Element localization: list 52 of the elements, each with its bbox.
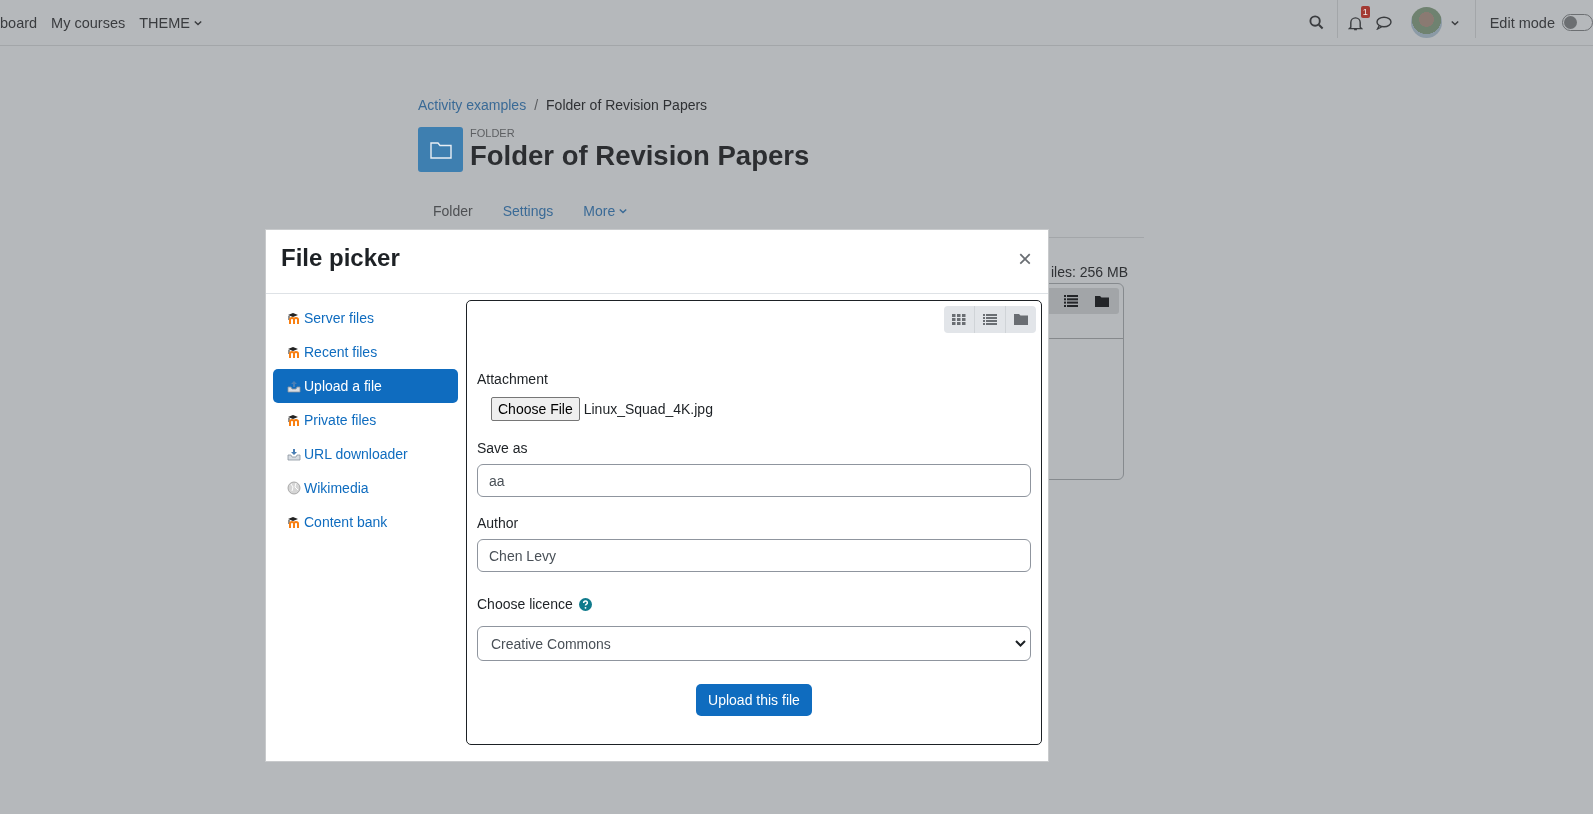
repository-item[interactable]: Private files <box>273 403 458 437</box>
graduation-cap-icon <box>287 346 301 358</box>
edit-mode-label: Edit mode <box>1489 14 1555 31</box>
globe-icon <box>287 481 301 495</box>
list-icon[interactable] <box>1064 295 1078 307</box>
nav-tab[interactable]: Settings <box>487 195 569 227</box>
save-as-field[interactable]: aa <box>477 464 1031 497</box>
author-field[interactable]: Chen Levy <box>477 539 1031 572</box>
chevron-down-icon <box>1015 640 1026 647</box>
repository-item[interactable]: Recent files <box>273 335 458 369</box>
help-icon[interactable] <box>578 597 592 611</box>
chat-icon[interactable] <box>1375 15 1392 30</box>
page-title: Folder of Revision Papers <box>470 139 810 173</box>
attachment-label: Attachment <box>477 371 549 387</box>
graduation-cap-icon <box>287 414 301 426</box>
repository-item[interactable]: Upload a file <box>273 369 458 403</box>
bell-icon[interactable] <box>1347 14 1363 31</box>
caret-icon[interactable] <box>194 19 202 26</box>
author-label: Author <box>477 515 520 531</box>
caret-icon[interactable] <box>619 208 628 214</box>
file-name-text: Linux_Squad_4K.jpg <box>583 401 713 417</box>
activity-type-label: FOLDER <box>470 127 516 139</box>
nav-tab[interactable]: Folder <box>418 195 488 227</box>
notification-badge: 1 <box>1360 5 1370 18</box>
dialog-title: File picker <box>281 243 400 273</box>
file-size-limit-text: iles: 256 MB <box>1051 264 1129 280</box>
close-button[interactable]: × <box>1018 245 1032 273</box>
graduation-cap-icon <box>287 516 301 528</box>
save-as-label: Save as <box>477 440 529 456</box>
choose-file-button[interactable]: Choose File <box>491 397 580 421</box>
graduation-cap-icon <box>287 312 301 324</box>
edit-mode-toggle[interactable] <box>1562 14 1593 31</box>
search-icon[interactable] <box>1308 15 1324 30</box>
upload-button[interactable]: Upload this file <box>696 684 812 716</box>
licence-select[interactable]: Creative Commons <box>477 626 1031 661</box>
repository-item[interactable]: URL downloader <box>273 437 458 471</box>
repository-item[interactable]: Server files <box>273 301 458 335</box>
folder-icon[interactable] <box>1095 295 1109 307</box>
licence-label: Choose licence <box>477 596 573 612</box>
nav-link[interactable]: My courses <box>51 14 126 31</box>
upload-tray-icon <box>287 379 301 393</box>
download-tray-icon <box>287 447 301 461</box>
repository-item[interactable]: Content bank <box>273 505 458 539</box>
caret-icon[interactable] <box>1450 19 1459 26</box>
nav-link[interactable]: board <box>0 14 38 31</box>
folder-icon <box>418 127 463 172</box>
theme-menu[interactable]: THEME <box>139 14 202 31</box>
breadcrumb-separator: / <box>534 97 539 113</box>
repository-item[interactable]: Wikimedia <box>273 471 458 505</box>
breadcrumb-current: Folder of Revision Papers <box>546 97 708 113</box>
nav-tab[interactable]: More <box>568 195 643 227</box>
breadcrumb-link[interactable]: Activity examples <box>418 97 527 113</box>
